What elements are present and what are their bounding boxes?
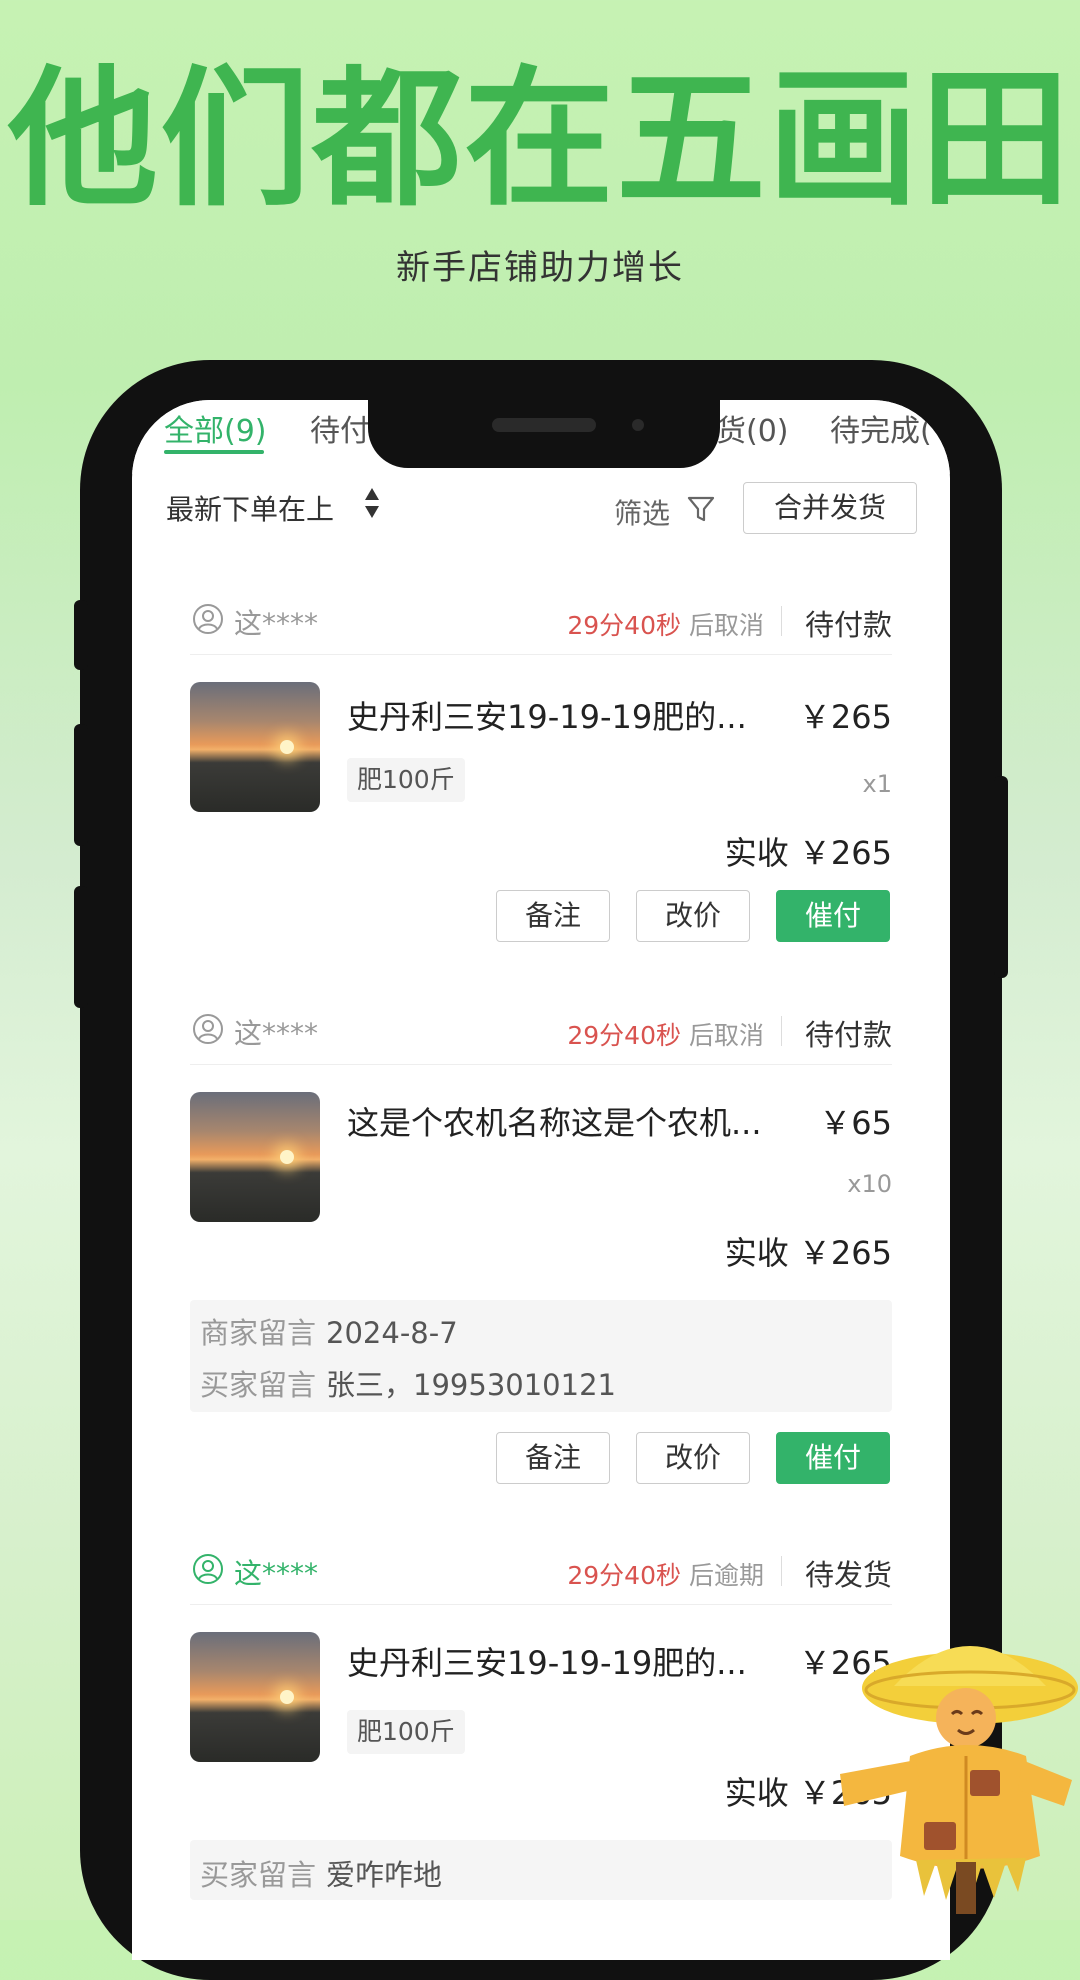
countdown: 29分40秒 后逾期 (567, 1561, 764, 1590)
phone-notch (368, 400, 720, 468)
order-header: 这**** 29分40秒 后取消 待付款 (190, 998, 892, 1065)
remind-pay-button[interactable]: 催付 (776, 1432, 890, 1484)
tab-underline (164, 450, 264, 454)
phone-side-button (74, 600, 88, 670)
product-name[interactable]: 史丹利三安19-19-19肥的... (347, 692, 747, 738)
user-icon (193, 604, 223, 634)
countdown: 29分40秒 后取消 (567, 611, 764, 640)
merchant-message: 商家留言 2024-8-7 (200, 1316, 458, 1350)
product-price: ￥65 (819, 1104, 892, 1142)
buyer-name: 这**** (234, 1557, 319, 1590)
countdown: 29分40秒 后取消 (567, 1021, 764, 1050)
spec-tag: 肥100斤 (347, 758, 465, 802)
tab-pending-payment[interactable]: 待付 (310, 406, 370, 450)
product-price: ￥265 (798, 698, 892, 736)
sort-label[interactable]: 最新下单在上 (166, 488, 334, 528)
order-status: 待发货 (804, 1558, 892, 1592)
hero-title: 他们都在五画田 (7, 53, 1072, 227)
order-header: 这**** 29分40秒 后逾期 待发货 (190, 1538, 892, 1605)
message-box: 商家留言 2024-8-7 买家留言 张三，19953010121 (190, 1300, 892, 1412)
buyer-message: 买家留言 爱咋咋地 (200, 1858, 443, 1892)
user-icon (193, 1554, 223, 1584)
order-card: 这**** 29分40秒 后逾期 待发货 史丹利三安19-19-19肥的... ￥… (190, 1538, 892, 1958)
speaker (492, 418, 596, 432)
order-status: 待付款 (804, 608, 892, 642)
sort-icon[interactable] (364, 486, 380, 520)
merge-shipment-button[interactable]: 合并发货 (743, 482, 917, 534)
tab-all[interactable]: 全部(9) (164, 406, 267, 450)
divider (781, 1016, 782, 1046)
product-quantity: x1 (862, 770, 892, 798)
product-image[interactable] (190, 1092, 320, 1222)
phone-side-button (994, 776, 1008, 978)
tab-pending-complete[interactable]: 待完成( (830, 406, 932, 450)
product-image[interactable] (190, 682, 320, 812)
order-card: 这**** 29分40秒 后取消 待付款 这是个农机名称这是个农机... ￥65 … (190, 998, 892, 1488)
product-image[interactable] (190, 1632, 320, 1762)
remark-button[interactable]: 备注 (496, 890, 610, 942)
remind-pay-button[interactable]: 催付 (776, 890, 890, 942)
hero-subtitle: 新手店铺助力增长 (396, 248, 684, 288)
product-quantity: x10 (847, 1170, 892, 1198)
buyer-message: 买家留言 张三，19953010121 (200, 1368, 616, 1402)
order-header: 这**** 29分40秒 后取消 待付款 (190, 588, 892, 655)
filter-label[interactable]: 筛选 (614, 492, 670, 532)
divider (781, 1556, 782, 1586)
order-card: 这**** 29分40秒 后取消 待付款 史丹利三安19-19-19肥的... ￥… (190, 588, 892, 968)
divider (781, 606, 782, 636)
change-price-button[interactable]: 改价 (636, 890, 750, 942)
scarecrow-mascot-icon (840, 1646, 1078, 1914)
phone-side-button (74, 724, 88, 846)
received-amount: 实收 ￥265 (724, 1234, 892, 1272)
order-status: 待付款 (804, 1018, 892, 1052)
spec-tag: 肥100斤 (347, 1710, 465, 1754)
tab-pending-shipment[interactable]: 货(0) (716, 406, 789, 450)
remark-button[interactable]: 备注 (496, 1432, 610, 1484)
buyer-name: 这**** (234, 607, 319, 640)
change-price-button[interactable]: 改价 (636, 1432, 750, 1484)
phone-side-button (74, 886, 88, 1008)
buyer-name: 这**** (234, 1017, 319, 1050)
product-name[interactable]: 史丹利三安19-19-19肥的... (347, 1638, 747, 1684)
product-name[interactable]: 这是个农机名称这是个农机... (347, 1098, 762, 1144)
camera (632, 419, 644, 431)
filter-icon[interactable] (686, 494, 716, 524)
user-icon (193, 1014, 223, 1044)
message-box: 买家留言 爱咋咋地 (190, 1840, 892, 1900)
order-toolbar: 最新下单在上 筛选 合并发货 (132, 474, 950, 554)
received-amount: 实收 ￥265 (724, 834, 892, 872)
